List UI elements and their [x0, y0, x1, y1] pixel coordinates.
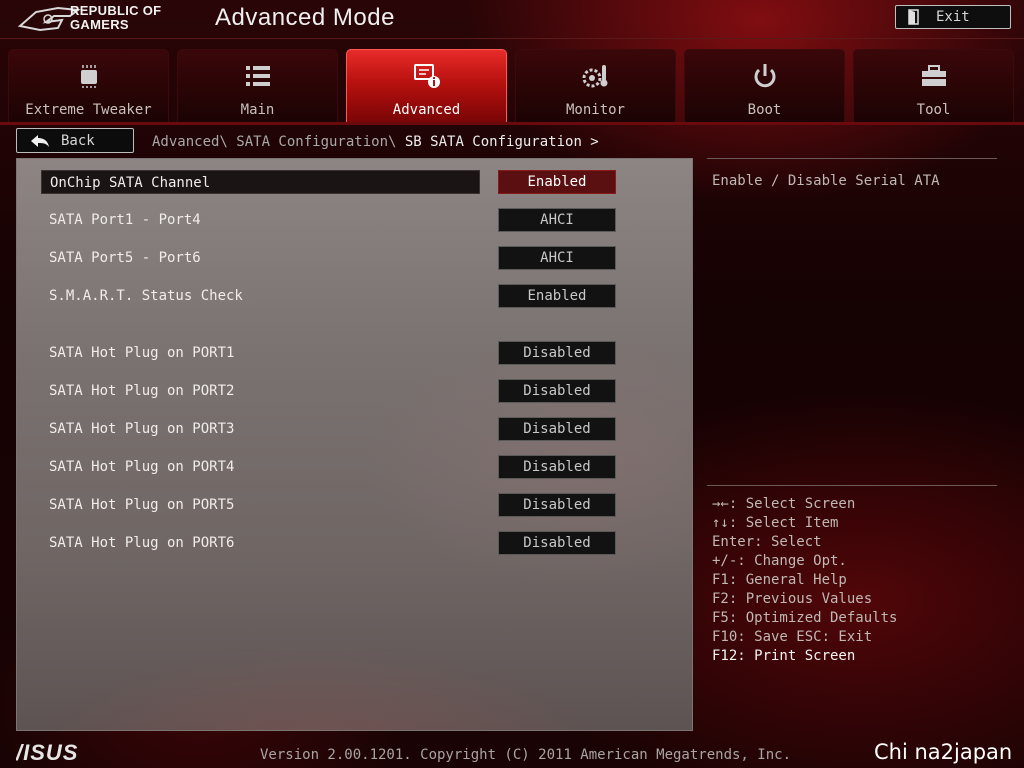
tab-main[interactable]: Main [177, 49, 338, 122]
setting-name: SATA Hot Plug on PORT4 [49, 459, 235, 475]
tab-monitor[interactable]: Monitor [515, 49, 676, 122]
tab-label: Main [240, 102, 275, 118]
setting-value[interactable]: Disabled [498, 531, 616, 555]
setting-row-sata-port1-4[interactable]: SATA Port1 - Port4 AHCI [41, 208, 616, 232]
back-arrow-icon [31, 134, 49, 147]
setting-name: OnChip SATA Channel [41, 170, 480, 194]
setting-name: SATA Hot Plug on PORT5 [49, 497, 235, 513]
setting-value[interactable]: Disabled [498, 379, 616, 403]
setting-value[interactable]: Enabled [498, 170, 616, 194]
breadcrumb-current: SB SATA Configuration > [404, 134, 599, 150]
settings-panel: OnChip SATA Channel Enabled SATA Port1 -… [16, 158, 693, 731]
setting-value[interactable]: Disabled [498, 341, 616, 365]
setting-value[interactable]: AHCI [498, 246, 616, 270]
page-title: Advanced Mode [215, 4, 395, 31]
tab-label: Advanced [392, 102, 461, 118]
setting-row-hot-plug-port1[interactable]: SATA Hot Plug on PORT1 Disabled [41, 341, 616, 365]
back-label: Back [61, 132, 95, 149]
setting-name: S.M.A.R.T. Status Check [49, 288, 243, 304]
setting-row-hot-plug-port6[interactable]: SATA Hot Plug on PORT6 Disabled [41, 531, 616, 555]
exit-button[interactable]: Exit [895, 5, 1011, 29]
tab-underline [0, 122, 1024, 125]
key-hint: F12: Print Screen [712, 648, 856, 664]
exit-door-icon [908, 9, 919, 25]
toolbox-icon [921, 65, 946, 86]
key-hint: F2: Previous Values [712, 591, 873, 607]
setting-row-smart-status-check[interactable]: S.M.A.R.T. Status Check Enabled [41, 284, 616, 308]
setting-name: SATA Port1 - Port4 [49, 212, 201, 228]
help-divider-keys [707, 485, 997, 486]
help-description: Enable / Disable Serial ATA [712, 173, 940, 189]
key-hint: Enter: Select [712, 534, 822, 550]
version-text: Version 2.00.1201. Copyright (C) 2011 Am… [260, 747, 792, 763]
setting-row-hot-plug-port4[interactable]: SATA Hot Plug on PORT4 Disabled [41, 455, 616, 479]
setting-row-onchip-sata-channel[interactable]: OnChip SATA Channel Enabled [41, 170, 616, 194]
setting-row-hot-plug-port3[interactable]: SATA Hot Plug on PORT3 Disabled [41, 417, 616, 441]
setting-name: SATA Hot Plug on PORT2 [49, 383, 235, 399]
setting-name: SATA Hot Plug on PORT6 [49, 535, 235, 551]
tab-tool[interactable]: Tool [853, 49, 1014, 122]
setting-name: SATA Hot Plug on PORT1 [49, 345, 235, 361]
asus-logo: /ISUS [16, 741, 78, 763]
setting-row-hot-plug-port2[interactable]: SATA Hot Plug on PORT2 Disabled [41, 379, 616, 403]
main-tabs: Extreme Tweaker Main Advanced Monitor Bo… [8, 49, 1016, 122]
key-hint: →←: Select Screen [712, 496, 856, 512]
setting-value[interactable]: AHCI [498, 208, 616, 232]
tab-extreme-tweaker[interactable]: Extreme Tweaker [8, 49, 169, 122]
key-hint: +/-: Change Opt. [712, 553, 847, 569]
key-hint: F5: Optimized Defaults [712, 610, 898, 626]
setting-value[interactable]: Enabled [498, 284, 616, 308]
exit-label: Exit [936, 9, 970, 25]
svg-text:/ISUS: /ISUS [16, 741, 78, 763]
key-legend: →←: Select Screen ↑↓: Select Item Enter:… [712, 495, 897, 666]
back-button[interactable]: Back [16, 128, 134, 153]
setting-value[interactable]: Disabled [498, 493, 616, 517]
breadcrumb-path: Advanced\ SATA Configuration\ [152, 134, 405, 150]
tab-advanced[interactable]: Advanced [346, 49, 507, 122]
tab-label: Extreme Tweaker [25, 102, 152, 118]
rog-logo-text: REPUBLIC OF GAMERS [70, 3, 162, 32]
thermometer-gear-icon [582, 65, 607, 88]
help-divider-top [707, 158, 997, 159]
header-divider [0, 38, 1024, 39]
setting-name: SATA Port5 - Port6 [49, 250, 201, 266]
tab-label: Monitor [565, 102, 625, 118]
power-icon [754, 64, 775, 88]
setting-row-sata-port5-6[interactable]: SATA Port5 - Port6 AHCI [41, 246, 616, 270]
cpu-chip-icon [80, 65, 97, 88]
advanced-settings-icon [413, 64, 440, 88]
tab-boot[interactable]: Boot [684, 49, 845, 122]
setting-value[interactable]: Disabled [498, 455, 616, 479]
key-hint: ↑↓: Select Item [712, 515, 839, 531]
setting-value[interactable]: Disabled [498, 417, 616, 441]
tab-label: Boot [747, 102, 782, 118]
setting-row-hot-plug-port5[interactable]: SATA Hot Plug on PORT5 Disabled [41, 493, 616, 517]
key-hint: F10: Save ESC: Exit [712, 629, 873, 645]
setting-name: SATA Hot Plug on PORT3 [49, 421, 235, 437]
watermark: Chi na2japan [874, 740, 1013, 764]
breadcrumb: Advanced\ SATA Configuration\ SB SATA Co… [152, 134, 599, 150]
list-icon [245, 66, 270, 86]
tab-label: Tool [916, 102, 951, 118]
key-hint: F1: General Help [712, 572, 847, 588]
